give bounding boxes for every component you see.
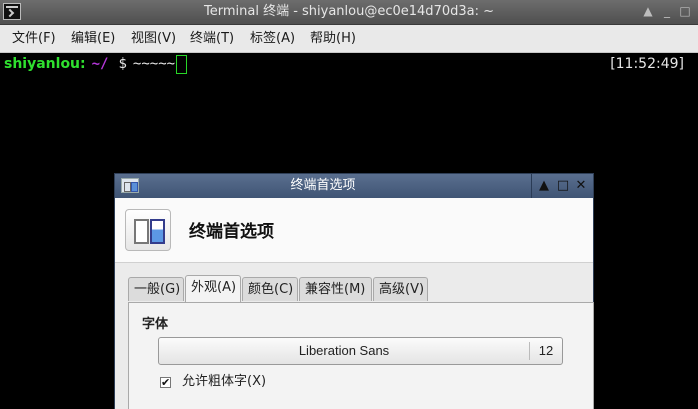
allow-bold-label[interactable]: 允许粗体字(X) (182, 372, 266, 392)
shell-prompt: shiyanlou: ~/ $ ~~~~~ (4, 54, 188, 74)
font-section-label: 字体 (142, 317, 169, 332)
menu-edit[interactable]: 编辑(E) (71, 25, 115, 52)
appearance-panel: 字体 Liberation Sans 12 ✔ 允许粗体字(X) (128, 302, 594, 409)
text-cursor (176, 54, 188, 74)
dialog-title: 终端首选项 (290, 178, 356, 193)
prompt-path: ~/ (91, 56, 109, 72)
titlebar-separator (531, 174, 532, 198)
window-title: Terminal 终端 - shiyanlou@ec0e14d70d3a: ~ (204, 4, 494, 19)
dialog-titlebar[interactable]: 终端首选项 ▲ □ ✕ (115, 174, 593, 198)
tab-general[interactable]: 一般(G) (128, 277, 184, 301)
allow-bold-checkbox[interactable]: ✔ (160, 377, 171, 388)
tab-colors[interactable]: 颜色(C) (242, 277, 298, 301)
minimize-icon[interactable]: _ (660, 4, 674, 18)
tab-compatibility[interactable]: 兼容性(M) (299, 277, 372, 301)
dialog-header-title: 终端首选项 (189, 222, 274, 242)
menu-terminal[interactable]: 终端(T) (190, 25, 234, 52)
dialog-close-icon[interactable]: ✕ (573, 177, 589, 194)
restore-icon[interactable]: ▲ (641, 4, 655, 18)
maximize-icon[interactable]: □ (678, 4, 692, 18)
menu-view[interactable]: 视图(V) (131, 25, 176, 52)
dialog-restore-icon[interactable]: ▲ (536, 177, 552, 194)
prompt-symbol: $ (118, 56, 127, 72)
dialog-header: 终端首选项 (115, 198, 593, 263)
preferences-icon (125, 209, 171, 251)
clock-display: [11:52:49] (610, 56, 684, 72)
font-size: 12 (538, 343, 554, 358)
command-text: ~~~~~ (132, 56, 176, 72)
window-titlebar[interactable]: Terminal 终端 - shiyanlou@ec0e14d70d3a: ~ … (0, 0, 698, 25)
tab-appearance[interactable]: 外观(A) (185, 275, 241, 302)
prompt-user: shiyanlou: (4, 56, 86, 72)
menu-file[interactable]: 文件(F) (12, 25, 56, 52)
preferences-dialog: 终端首选项 ▲ □ ✕ 终端首选项 一般(G) 外观(A) 颜色(C) 兼容性(… (114, 173, 594, 409)
tab-advanced[interactable]: 高级(V) (373, 277, 428, 301)
menu-help[interactable]: 帮助(H) (310, 25, 356, 52)
dialog-maximize-icon[interactable]: □ (555, 177, 571, 194)
menu-bar: 文件(F) 编辑(E) 视图(V) 终端(T) 标签(A) 帮助(H) (0, 25, 698, 53)
menu-tabs[interactable]: 标签(A) (250, 25, 295, 52)
font-chooser-button[interactable]: Liberation Sans 12 (158, 337, 563, 365)
font-name: Liberation Sans (298, 343, 390, 358)
